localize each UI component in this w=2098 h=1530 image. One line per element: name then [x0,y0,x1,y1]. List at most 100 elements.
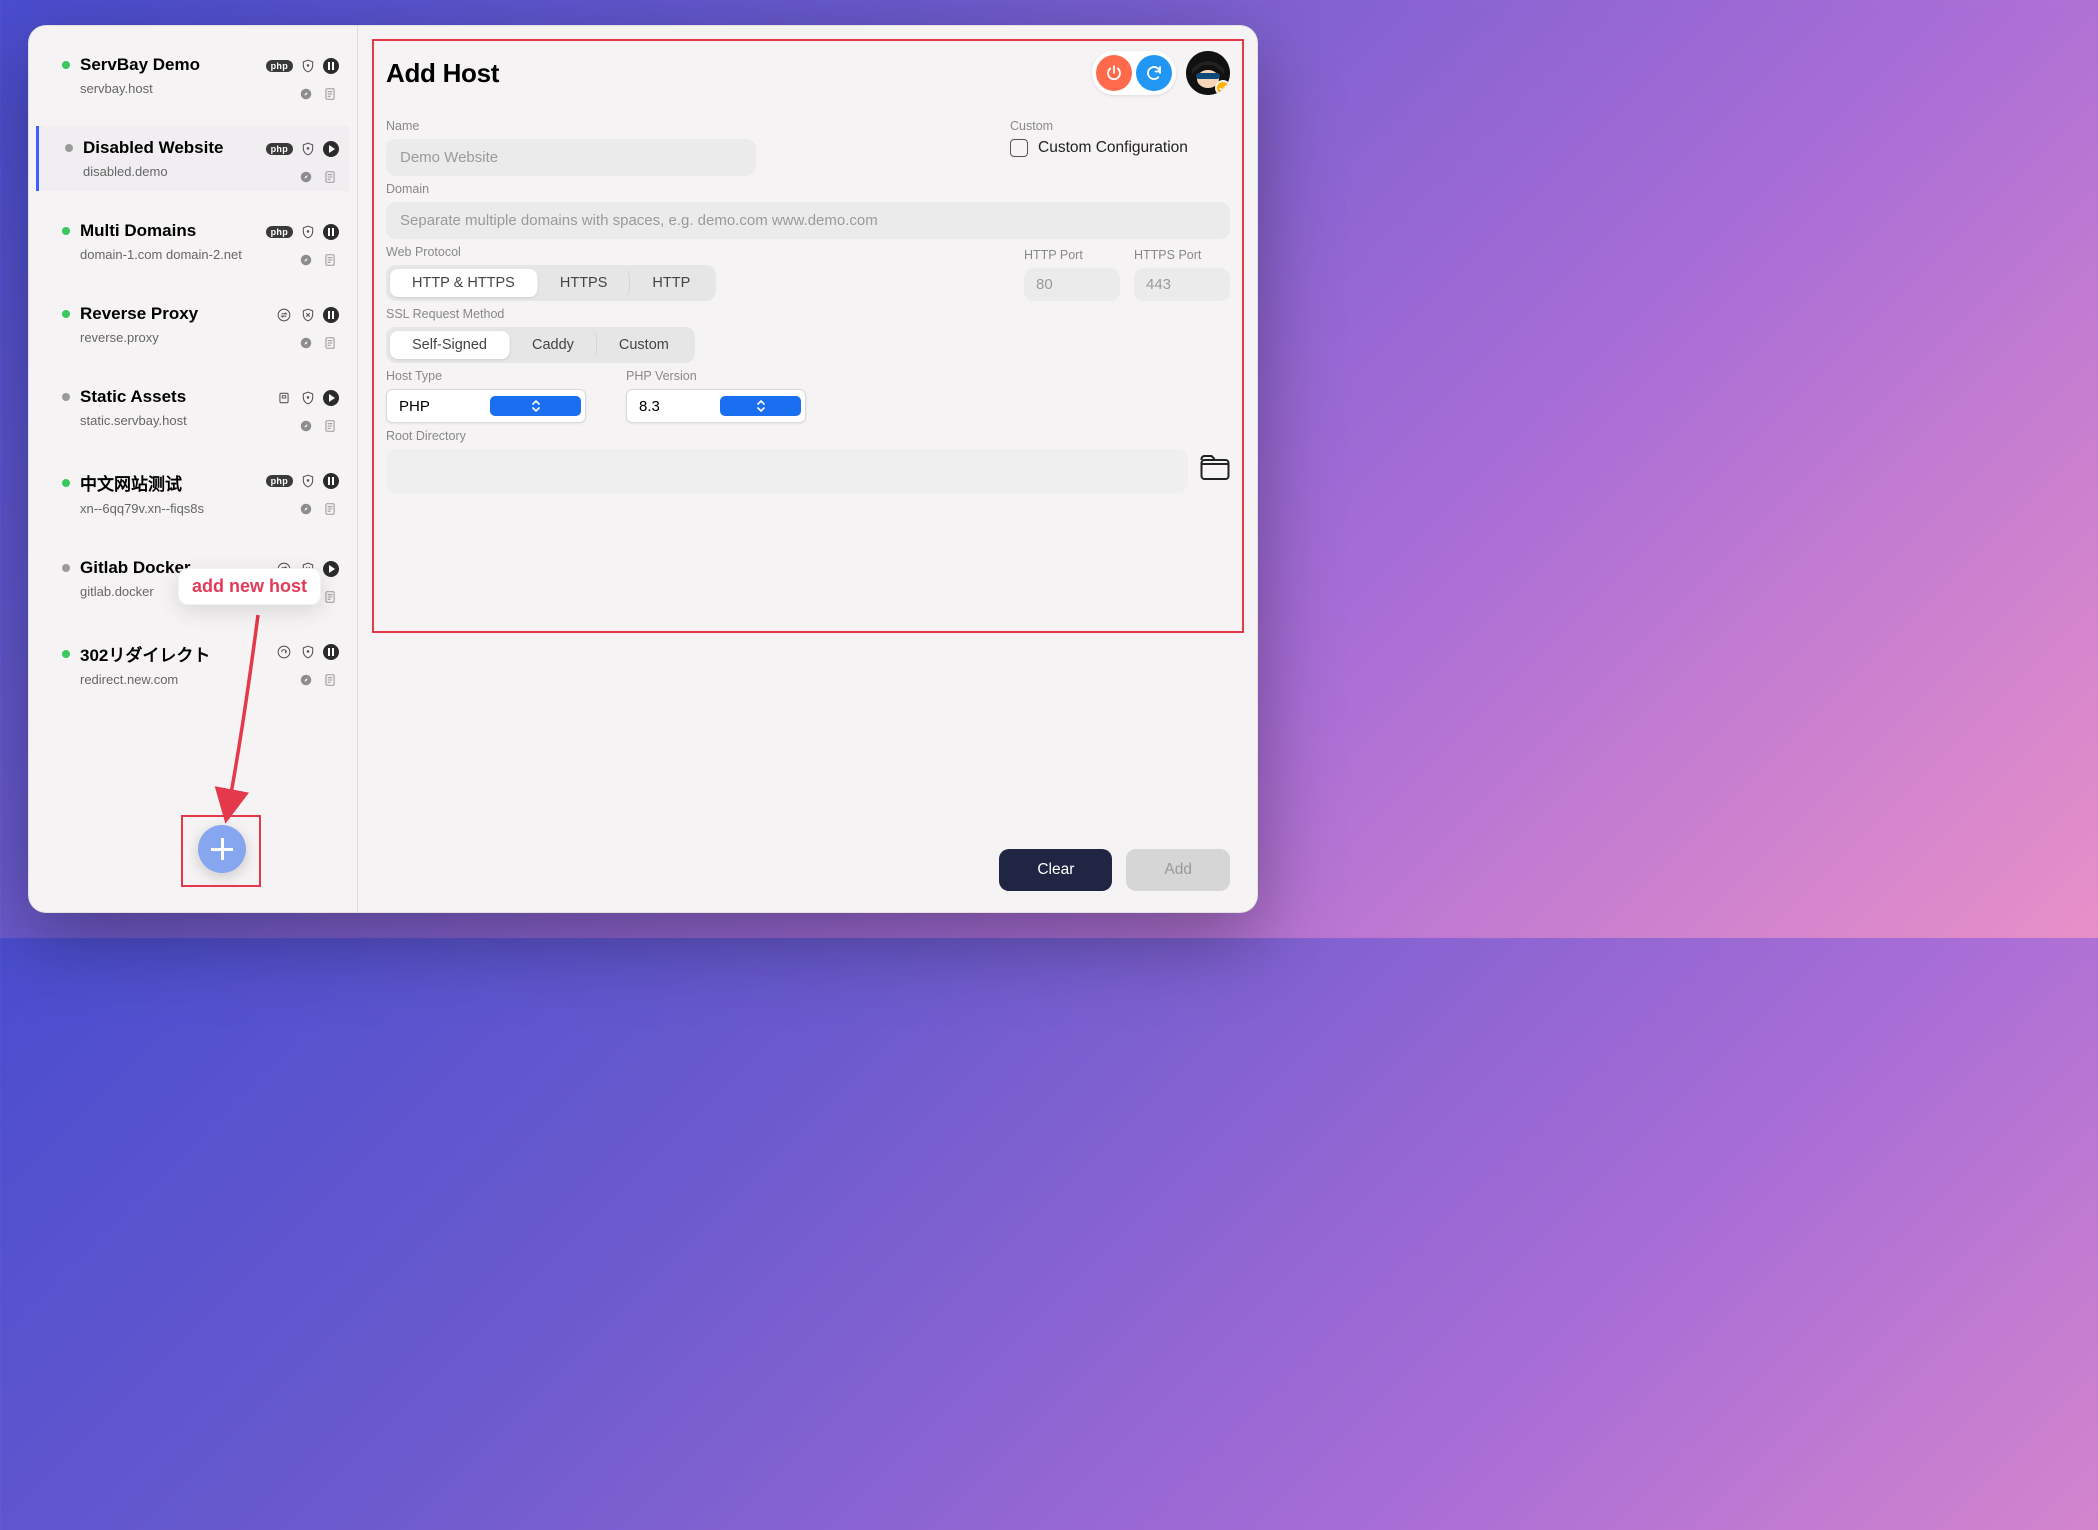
name-label: Name [386,119,986,133]
host-type-label: Host Type [386,369,586,383]
main-panel: Add Host [358,25,1258,913]
host-type-value: PHP [399,398,490,415]
custom-config-checkbox[interactable]: Custom Configuration [1010,139,1230,157]
php-badge-icon: php [266,226,293,238]
ssl-label: SSL Request Method [386,307,1230,321]
web-protocol-segment: HTTP & HTTPSHTTPSHTTP [386,265,716,301]
php-version-value: 8.3 [639,398,720,415]
compass-icon[interactable] [297,334,315,352]
shield-icon [299,389,317,407]
start-button[interactable] [323,141,339,157]
shield-icon [299,306,317,324]
header-action-group [1092,51,1176,95]
sidebar-site-item[interactable]: Static Assetsstatic.servbay.host [36,375,349,440]
start-button[interactable] [323,561,339,577]
root-dir-label: Root Directory [386,429,1230,443]
compass-icon[interactable] [297,417,315,435]
user-avatar[interactable] [1186,51,1230,95]
site-name: Multi Domains [80,221,196,241]
note-icon[interactable] [321,251,339,269]
segment-option[interactable]: Self-Signed [390,331,510,359]
host-type-select[interactable]: PHP [386,389,586,423]
shield-icon [299,643,317,661]
https-port-input[interactable] [1134,268,1230,301]
custom-label: Custom [1010,119,1230,133]
root-dir-input[interactable] [386,449,1188,493]
sidebar-site-item[interactable]: 中文网站测试xn--6qq79v.xn--fiqs8sphp [36,458,349,528]
folder-icon [1200,455,1230,481]
status-dot [65,144,73,152]
sidebar-site-item[interactable]: Multi Domainsdomain-1.com domain-2.netph… [36,209,349,274]
name-input[interactable] [386,139,756,176]
checkbox-icon [1010,139,1028,157]
redirect-icon [275,643,293,661]
shield-icon [299,472,317,490]
compass-icon[interactable] [297,671,315,689]
segment-option[interactable]: Caddy [510,331,597,359]
pause-button[interactable] [323,307,339,323]
power-button[interactable] [1096,55,1132,91]
note-icon[interactable] [321,500,339,518]
segment-option[interactable]: HTTP [630,269,712,297]
status-dot [62,479,70,487]
note-icon[interactable] [321,588,339,606]
page-title: Add Host [386,58,499,89]
compass-icon[interactable] [297,251,315,269]
pause-button[interactable] [323,644,339,660]
compass-icon[interactable] [297,85,315,103]
php-version-select[interactable]: 8.3 [626,389,806,423]
note-icon[interactable] [321,417,339,435]
sidebar-site-item[interactable]: 302リダイレクトredirect.new.com [36,629,349,699]
pause-button[interactable] [323,473,339,489]
php-version-label: PHP Version [626,369,806,383]
add-button[interactable]: Add [1126,849,1230,891]
compass-icon[interactable] [297,500,315,518]
site-name: ServBay Demo [80,55,200,75]
sidebar-site-item[interactable]: Reverse Proxyreverse.proxy [36,292,349,357]
shield-icon [299,223,317,241]
add-host-fab[interactable] [198,825,246,873]
chevron-updown-icon [720,396,801,416]
segment-option[interactable]: HTTP & HTTPS [390,269,538,297]
domain-input[interactable] [386,202,1230,239]
site-name: Static Assets [80,387,186,407]
compass-icon[interactable] [297,168,315,186]
status-dot [62,393,70,401]
status-dot [62,61,70,69]
php-badge-icon: php [266,475,293,487]
clear-button[interactable]: Clear [999,849,1112,891]
pause-button[interactable] [323,58,339,74]
site-name: Gitlab Docker [80,558,191,578]
refresh-button[interactable] [1136,55,1172,91]
browse-folder-button[interactable] [1200,455,1230,488]
custom-config-label: Custom Configuration [1038,139,1188,157]
status-dot [62,310,70,318]
segment-option[interactable]: HTTPS [538,269,631,297]
static-icon [275,389,293,407]
note-icon[interactable] [321,85,339,103]
note-icon[interactable] [321,168,339,186]
shield-icon [299,57,317,75]
note-icon[interactable] [321,334,339,352]
status-dot [62,227,70,235]
sidebar-site-item[interactable]: ServBay Demoservbay.hostphp [36,43,349,108]
ssl-method-segment: Self-SignedCaddyCustom [386,327,695,363]
http-port-label: HTTP Port [1024,248,1120,262]
start-button[interactable] [323,390,339,406]
status-dot [62,564,70,572]
segment-option[interactable]: Custom [597,331,691,359]
http-port-input[interactable] [1024,268,1120,301]
check-icon [1219,84,1227,92]
proxy-icon [275,306,293,324]
note-icon[interactable] [321,671,339,689]
site-name: 中文网站测试 [80,470,182,495]
pause-button[interactable] [323,224,339,240]
shield-icon [299,140,317,158]
status-dot [62,650,70,658]
sidebar: ServBay Demoservbay.hostphp Disabled Webs… [28,25,358,913]
sidebar-site-item[interactable]: Disabled Websitedisabled.demophp [36,126,349,191]
avatar-verified-badge [1215,80,1230,95]
https-port-label: HTTPS Port [1134,248,1230,262]
chevron-updown-icon [490,396,581,416]
php-badge-icon: php [266,143,293,155]
